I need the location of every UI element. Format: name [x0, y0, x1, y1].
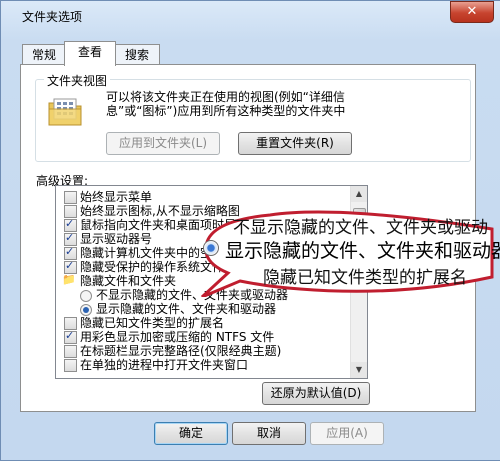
tab-view[interactable]: 查看 [64, 41, 116, 66]
callout-hide-option: 不显示隐藏的文件、文件夹或驱动 [233, 218, 488, 238]
list-item-label: 始终显示菜单 [80, 190, 153, 204]
tab-search[interactable]: 搜索 [114, 44, 160, 65]
list-item-label: 显示隐藏的文件、文件夹和驱动器 [96, 302, 277, 316]
scroll-down-icon[interactable]: ▼ [351, 362, 367, 378]
cancel-button[interactable]: 取消 [232, 422, 306, 445]
list-item-label: 显示驱动器号 [80, 232, 153, 246]
callout-extension-option: 隐藏已知文件类型的扩展名 [263, 268, 467, 288]
checkbox[interactable] [64, 345, 77, 358]
folder-icon: 📁 [62, 273, 76, 286]
radio-button[interactable] [80, 304, 92, 316]
folder-view-icon [47, 95, 83, 127]
list-item-label: 隐藏已知文件类型的扩展名 [80, 316, 225, 330]
list-item-label: 隐藏文件和文件夹 [80, 274, 177, 288]
checkbox[interactable] [64, 191, 77, 204]
radio-button[interactable] [80, 290, 92, 302]
tab-general[interactable]: 常规 [22, 44, 66, 65]
scroll-up-icon[interactable]: ▲ [351, 186, 367, 202]
list-item-label: 在标题栏显示完整路径(仅限经典主题) [80, 344, 282, 358]
close-button[interactable]: ✕ [450, 1, 494, 23]
list-item-label: 在单独的进程中打开文件夹窗口 [80, 358, 249, 372]
callout-show-option: 显示隐藏的文件、文件夹和驱动器 [225, 240, 500, 262]
apply-button[interactable]: 应用(A) [310, 422, 384, 445]
checkbox[interactable] [64, 359, 77, 372]
window-title: 文件夹选项 [22, 10, 83, 24]
ok-button[interactable]: 确定 [154, 422, 228, 445]
folder-views-label: 文件夹视图 [44, 72, 111, 89]
list-item-label: 用彩色显示加密或压缩的 NTFS 文件 [80, 330, 275, 344]
apply-to-folders-button[interactable]: 应用到文件夹(L) [106, 132, 220, 155]
checkbox[interactable] [64, 329, 77, 344]
reset-folders-button[interactable]: 重置文件夹(R) [238, 132, 352, 155]
folder-views-description: 可以将该文件夹正在使用的视图(例如“详细信 息”或“图标”)应用到所有这种类型的… [106, 90, 346, 118]
callout-radio-icon [203, 240, 219, 256]
restore-defaults-button[interactable]: 还原为默认值(D) [262, 382, 370, 405]
close-icon: ✕ [466, 4, 478, 19]
